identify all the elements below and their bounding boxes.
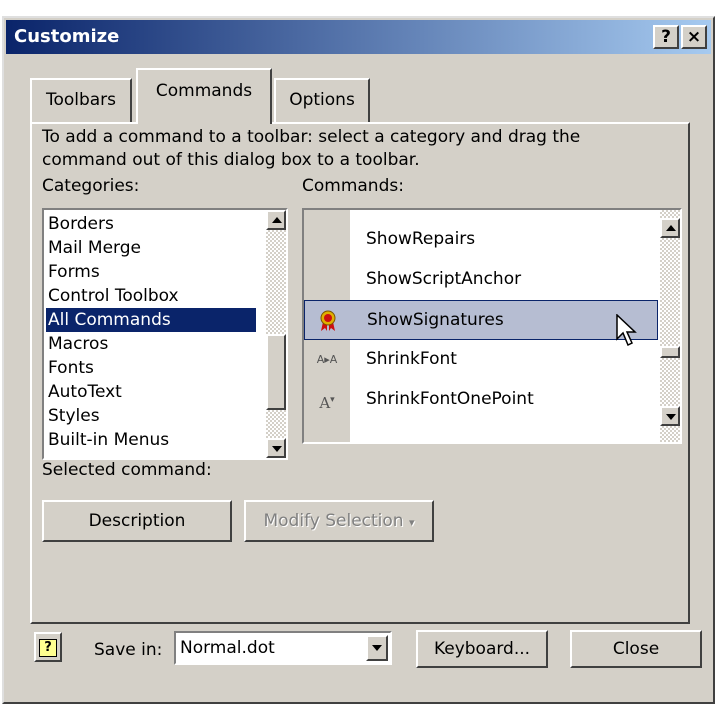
categories-label: Categories: — [42, 176, 140, 196]
shrink-font-one-point-icon: A▾ — [319, 394, 335, 412]
command-item-shrinkfontonepoint[interactable]: A▾ ShrinkFontOnePoint — [304, 380, 658, 420]
categories-listbox[interactable]: Borders Mail Merge Forms Control Toolbox… — [42, 208, 288, 460]
category-item-styles[interactable]: Styles — [46, 404, 256, 428]
categories-scroll-thumb[interactable] — [266, 334, 286, 410]
category-item-borders[interactable]: Borders — [46, 212, 256, 236]
category-item-fonts[interactable]: Fonts — [46, 356, 256, 380]
command-item-showsignatures[interactable]: ShowSignatures — [304, 300, 658, 340]
categories-scroll-up-button[interactable] — [266, 210, 286, 230]
customize-dialog: Customize ? × Toolbars Commands Options … — [2, 16, 715, 704]
modify-selection-label: Modify Selection — [263, 511, 404, 531]
tab-options[interactable]: Options — [274, 78, 370, 122]
save-in-combobox[interactable]: Normal.dot — [174, 631, 392, 665]
help-title-button[interactable]: ? — [653, 25, 679, 49]
instructions-line-2: command out of this dialog box to a tool… — [42, 150, 420, 170]
category-item-built-in-menus[interactable]: Built-in Menus — [46, 428, 256, 452]
category-item-macros[interactable]: Macros — [46, 332, 256, 356]
commands-scroll-up-button[interactable] — [660, 218, 680, 238]
keyboard-button[interactable]: Keyboard... — [416, 630, 548, 668]
signature-ribbon-icon — [317, 310, 339, 332]
close-title-button[interactable]: × — [681, 25, 707, 49]
category-item-forms[interactable]: Forms — [46, 260, 256, 284]
category-item-mail-merge[interactable]: Mail Merge — [46, 236, 256, 260]
category-item-all-commands[interactable]: All Commands — [46, 308, 256, 332]
save-in-label: Save in: — [94, 640, 163, 660]
close-button[interactable]: Close — [570, 630, 702, 668]
tab-toolbars[interactable]: Toolbars — [30, 78, 132, 122]
save-in-value: Normal.dot — [180, 638, 275, 658]
command-item-showrepairs[interactable]: ShowRepairs — [304, 220, 658, 260]
tab-toolbars-label: Toolbars — [45, 90, 117, 110]
instructions-text: To add a command to a toolbar: select a … — [42, 126, 682, 172]
category-item-autotext[interactable]: AutoText — [46, 380, 256, 404]
help-button[interactable]: ? — [34, 632, 62, 662]
commands-scroll-down-button[interactable] — [660, 406, 680, 426]
command-label: ShrinkFont — [366, 349, 457, 369]
modify-selection-button[interactable]: Modify Selection ▾ — [244, 500, 434, 542]
scroll-down-arrow-icon — [272, 446, 282, 452]
save-in-dropdown-button[interactable] — [366, 635, 388, 661]
command-item-shrinkfont[interactable]: A▸A ShrinkFont — [304, 340, 658, 380]
tab-commands-label: Commands — [155, 81, 253, 101]
scroll-up-arrow-icon — [272, 217, 282, 223]
command-label: ShrinkFontOnePoint — [366, 389, 534, 409]
chevron-down-icon — [372, 645, 382, 651]
selected-command-label: Selected command: — [42, 460, 212, 480]
tab-commands[interactable]: Commands — [136, 68, 272, 124]
window-title: Customize — [14, 26, 120, 47]
instructions-line-1: To add a command to a toolbar: select a … — [42, 127, 581, 147]
commands-label: Commands: — [302, 176, 404, 196]
scroll-down-arrow-icon — [666, 414, 676, 420]
category-item-control-toolbox[interactable]: Control Toolbox — [46, 284, 256, 308]
command-label: ShowRepairs — [366, 229, 476, 249]
categories-scroll-down-button[interactable] — [266, 438, 286, 458]
help-question-icon: ? — [39, 639, 57, 657]
mouse-cursor-icon — [616, 314, 637, 347]
commands-scroll-thumb[interactable] — [660, 346, 680, 358]
categories-scrollbar[interactable] — [266, 210, 286, 458]
scroll-up-arrow-icon — [666, 225, 676, 231]
title-bar[interactable]: Customize ? × — [6, 20, 711, 54]
tab-options-label: Options — [289, 90, 355, 110]
commands-scrollbar[interactable] — [660, 210, 680, 442]
description-button[interactable]: Description — [42, 500, 232, 542]
command-label: ShowScriptAnchor — [366, 269, 522, 289]
command-item-showscriptanchor[interactable]: ShowScriptAnchor — [304, 260, 658, 300]
dropdown-arrow-icon: ▾ — [408, 516, 415, 529]
shrink-font-icon: A▸A — [316, 353, 338, 366]
command-label: ShowSignatures — [367, 310, 504, 330]
